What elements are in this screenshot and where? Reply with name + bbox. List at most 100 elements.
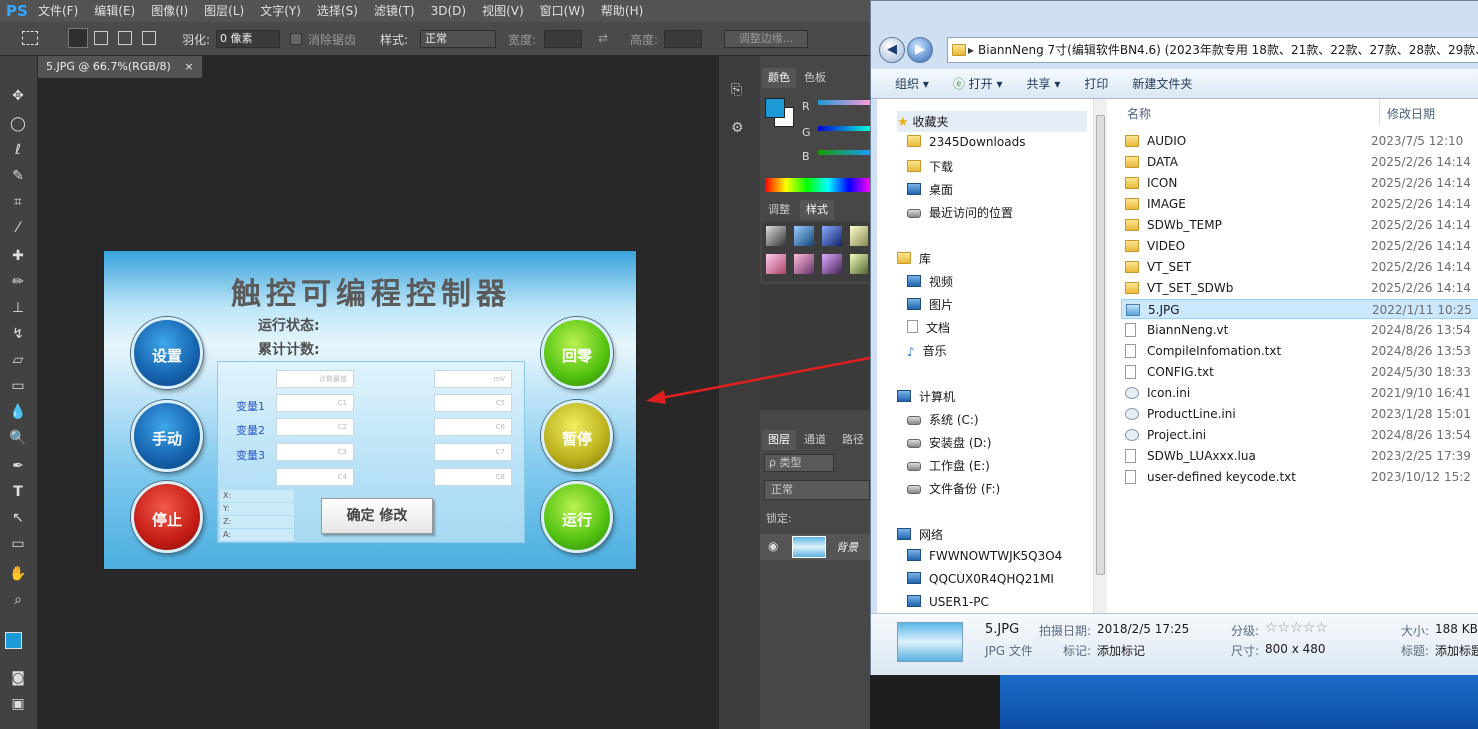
- close-tab-icon[interactable]: ×: [184, 60, 193, 73]
- nav-item[interactable]: 图片: [907, 296, 953, 313]
- properties-panel-icon[interactable]: ⚙: [731, 120, 744, 136]
- column-name[interactable]: 名称: [1127, 105, 1151, 122]
- blur-icon[interactable]: 💧: [8, 402, 28, 422]
- menu-type[interactable]: 文字(Y): [252, 0, 309, 22]
- gradient-icon[interactable]: ▭: [8, 376, 28, 396]
- b-slider[interactable]: [818, 150, 870, 155]
- nav-item[interactable]: FWWNOWTWJK5Q3O4: [907, 549, 1062, 563]
- breadcrumb-arrow-icon[interactable]: ▸: [968, 38, 974, 62]
- file-row[interactable]: AUDIO 2023/7/5 12:10: [1121, 131, 1478, 151]
- history-brush-icon[interactable]: ↯: [8, 324, 28, 344]
- nav-item[interactable]: 视频: [907, 273, 953, 290]
- hand-icon[interactable]: ✋: [8, 564, 28, 584]
- file-row[interactable]: VT_SET 2025/2/26 14:14: [1121, 257, 1478, 277]
- stamp-icon[interactable]: ⊥: [8, 298, 28, 318]
- style-swatch[interactable]: [766, 226, 786, 246]
- new-folder-button[interactable]: 新建文件夹: [1120, 75, 1204, 92]
- tab-adjustments[interactable]: 调整: [762, 200, 796, 220]
- tab-color[interactable]: 颜色: [762, 68, 796, 88]
- type-tool-icon[interactable]: T: [8, 482, 28, 502]
- antialias-checkbox[interactable]: [290, 33, 302, 45]
- tab-swatches[interactable]: 色板: [798, 68, 832, 88]
- column-date[interactable]: 修改日期: [1387, 105, 1435, 122]
- forward-icon[interactable]: ▶: [907, 37, 933, 63]
- tab-channels[interactable]: 通道: [798, 430, 832, 450]
- nav-item[interactable]: 桌面: [907, 181, 953, 198]
- color-spectrum[interactable]: [765, 178, 870, 192]
- style-swatch[interactable]: [822, 226, 842, 246]
- height-input[interactable]: [664, 30, 702, 48]
- menu-filter[interactable]: 滤镜(T): [366, 0, 423, 22]
- menu-select[interactable]: 选择(S): [309, 0, 366, 22]
- nav-item[interactable]: 最近访问的位置: [907, 204, 1013, 221]
- layer-kind-filter[interactable]: ρ 类型: [764, 454, 834, 472]
- eraser-icon[interactable]: ▱: [8, 350, 28, 370]
- shape-icon[interactable]: ▭: [8, 534, 28, 554]
- style-swatch[interactable]: [850, 254, 868, 274]
- nav-item[interactable]: USER1-PC: [907, 595, 989, 609]
- nav-item[interactable]: 文档: [907, 319, 950, 336]
- nav-item[interactable]: 安装盘 (D:): [907, 434, 991, 451]
- g-slider[interactable]: [818, 126, 870, 131]
- open-button[interactable]: ⓔ 打开 ▾: [941, 75, 1015, 92]
- nav-item[interactable]: 工作盘 (E:): [907, 457, 990, 474]
- pen-icon[interactable]: ✒: [8, 456, 28, 476]
- menu-help[interactable]: 帮助(H): [593, 0, 651, 22]
- history-panel-icon[interactable]: ⎘: [731, 82, 742, 98]
- eyedropper-icon[interactable]: ⁄: [8, 218, 28, 238]
- crop-icon[interactable]: ⌗: [8, 192, 28, 212]
- lasso-icon[interactable]: ℓ: [8, 140, 28, 160]
- style-swatch[interactable]: [766, 254, 786, 274]
- path-select-icon[interactable]: ↖: [8, 508, 28, 528]
- nav-computer[interactable]: 计算机: [897, 388, 955, 405]
- address-bar[interactable]: ▸ BiannNeng 7寸(编辑软件BN4.6) (2023年款专用 18款、…: [947, 37, 1478, 63]
- feather-input[interactable]: 0 像素: [216, 30, 280, 48]
- marquee-tool-icon[interactable]: [22, 31, 38, 45]
- file-row[interactable]: VIDEO 2025/2/26 14:14: [1121, 236, 1478, 256]
- detail-title-value[interactable]: 添加标题: [1435, 642, 1478, 659]
- healing-brush-icon[interactable]: ✚: [8, 246, 28, 266]
- style-swatch[interactable]: [794, 254, 814, 274]
- style-swatch[interactable]: [850, 226, 868, 246]
- zoom-icon[interactable]: ⌕: [8, 590, 28, 610]
- organize-button[interactable]: 组织 ▾: [871, 75, 941, 92]
- move-tool-icon[interactable]: ✥: [8, 86, 28, 106]
- menu-image[interactable]: 图像(I): [143, 0, 196, 22]
- eye-icon[interactable]: ◉: [768, 539, 778, 553]
- screen-mode-icon[interactable]: ▣: [8, 694, 28, 714]
- file-row[interactable]: CONFIG.txt 2024/5/30 18:33: [1121, 362, 1478, 382]
- nav-scrollbar[interactable]: [1093, 99, 1107, 613]
- layer-row[interactable]: ◉ 背景: [760, 534, 870, 560]
- dodge-icon[interactable]: 🔍: [8, 428, 28, 448]
- file-row[interactable]: user-defined keycode.txt 2023/10/12 15:2: [1121, 467, 1478, 487]
- new-selection-icon[interactable]: [68, 28, 88, 48]
- file-row[interactable]: VT_SET_SDWb 2025/2/26 14:14: [1121, 278, 1478, 298]
- file-row[interactable]: CompileInfomation.txt 2024/8/26 13:53: [1121, 341, 1478, 361]
- add-selection-icon[interactable]: [94, 31, 108, 45]
- menu-view[interactable]: 视图(V): [474, 0, 532, 22]
- nav-favorites[interactable]: ★ 收藏夹: [897, 111, 1087, 132]
- tab-styles[interactable]: 样式: [800, 200, 834, 220]
- style-swatch[interactable]: [822, 254, 842, 274]
- tab-layers[interactable]: 图层: [762, 430, 796, 450]
- file-row[interactable]: IMAGE 2025/2/26 14:14: [1121, 194, 1478, 214]
- document-tab[interactable]: 5.JPG @ 66.7%(RGB/8) ×: [38, 56, 203, 78]
- rating-stars-icon[interactable]: ☆☆☆☆☆: [1265, 620, 1328, 636]
- menu-edit[interactable]: 编辑(E): [86, 0, 143, 22]
- menu-3d[interactable]: 3D(D): [423, 0, 474, 22]
- share-button[interactable]: 共享 ▾: [1015, 75, 1073, 92]
- nav-item[interactable]: 下载: [907, 158, 953, 175]
- style-select[interactable]: 正常: [420, 30, 496, 48]
- menu-layer[interactable]: 图层(L): [196, 0, 252, 22]
- nav-network[interactable]: 网络: [897, 526, 943, 543]
- nav-item[interactable]: QQCUX0R4QHQ21MI: [907, 572, 1054, 586]
- menu-file[interactable]: 文件(F): [30, 0, 86, 22]
- width-input[interactable]: [544, 30, 582, 48]
- print-button[interactable]: 打印: [1072, 75, 1120, 92]
- scrollbar-thumb[interactable]: [1096, 115, 1105, 575]
- foreground-color-swatch[interactable]: [5, 632, 22, 649]
- back-icon[interactable]: ◀: [879, 37, 905, 63]
- file-row[interactable]: Icon.ini 2021/9/10 16:41: [1121, 383, 1478, 403]
- file-row[interactable]: SDWb_TEMP 2025/2/26 14:14: [1121, 215, 1478, 235]
- file-row[interactable]: DATA 2025/2/26 14:14: [1121, 152, 1478, 172]
